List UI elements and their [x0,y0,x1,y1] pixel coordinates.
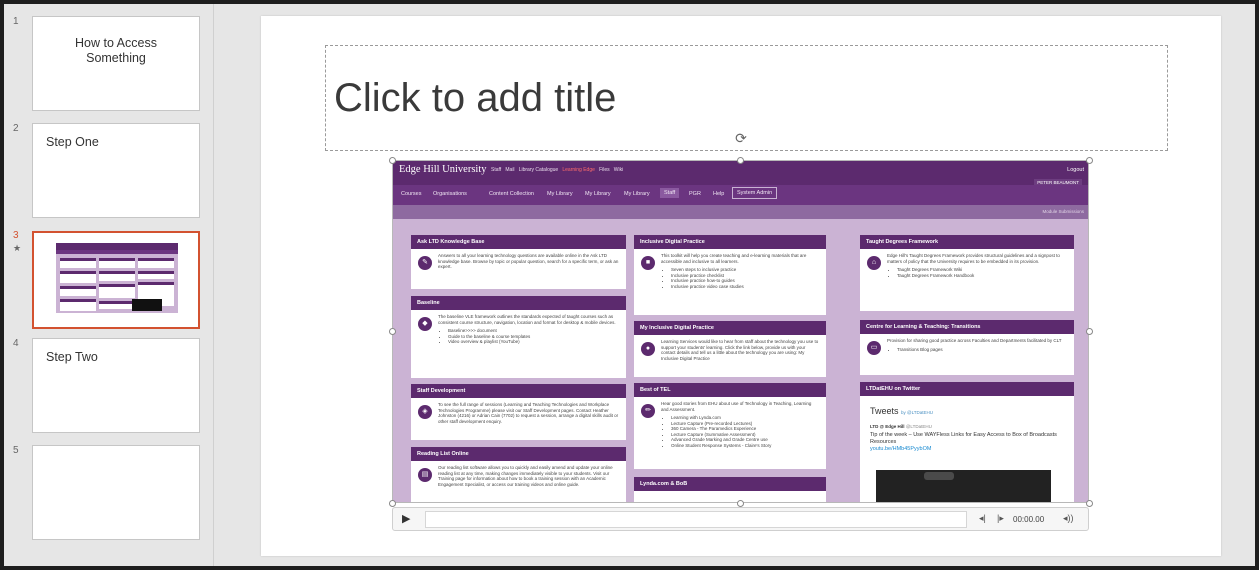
media-controls: ▶ ◂| |▸ 00:00.00 ◂)) [392,507,1089,531]
slide-number: 1 [13,16,19,27]
slide-thumbnail-5[interactable] [32,445,200,540]
thumbnail-row-4: 4 Step Two [4,338,214,438]
website-logout: Logout [1067,167,1084,173]
inclusive-icon: ■ [641,256,655,270]
chat-icon: ✎ [418,256,432,270]
card-lynda-bob: Lynda.com & BoB [634,477,826,502]
step-back-icon[interactable]: ◂| [979,513,986,524]
resize-handle[interactable] [1086,328,1093,335]
location-icon: ● [641,342,655,356]
seek-bar[interactable] [425,511,967,528]
resize-handle[interactable] [737,500,744,507]
slide-number: 2 [13,123,19,134]
resize-handle[interactable] [389,157,396,164]
thumbnail-row-5: 5 [4,445,214,545]
slide-thumbnail-2[interactable]: Step One [32,123,200,218]
thumbnail-row-1: 1 How to Access Something [4,16,214,116]
website-subbar: Module Submissions [393,205,1088,219]
card-ask-ltd: Ask LTD Knowledge Base ✎ Answers to all … [411,235,626,289]
playback-time: 00:00.00 [1013,515,1045,524]
website-header: Edge Hill University Staff Mail Library … [393,161,1088,185]
slide-thumbnail-4[interactable]: Step Two [32,338,200,433]
card-staff-development: Staff Development ◈ To see the full rang… [411,384,626,440]
thumbnail-row-2: 2 Step One [4,123,214,223]
card-taught-degrees: Taught Degrees Framework ⌂ Edge Hill's T… [860,235,1074,311]
pencil-icon: ✏ [641,404,655,418]
card-twitter: LTDatEHU on Twitter Tweets by @LTDatEHU … [860,382,1074,502]
resize-handle[interactable] [1086,157,1093,164]
volume-icon[interactable]: ◂)) [1063,513,1074,524]
card-inclusive-digital-practice: Inclusive Digital Practice ■ This toolki… [634,235,826,315]
step-forward-icon[interactable]: |▸ [997,513,1004,524]
thumbnail-row-3: 3 ★ [4,230,214,330]
card-baseline: Baseline ◆ The baseline VLE framework ou… [411,296,626,378]
slide-number: 5 [13,445,19,456]
website-top-links: Staff Mail Library Catalogue Learning Ed… [491,167,624,173]
website-logo: Edge Hill University [399,164,487,175]
thumbnail-website-preview [56,243,178,313]
card-reading-list: Reading List Online ▤ Our reading list s… [411,447,626,502]
resize-handle[interactable] [737,157,744,164]
staff-dev-icon: ◈ [418,405,432,419]
thumbnail-title: Step One [46,135,99,149]
slide-number: 3 [13,230,19,241]
media-star-icon: ★ [13,243,22,253]
resize-handle[interactable] [389,500,396,507]
reading-list-icon: ▤ [418,468,432,482]
card-best-of-tel: Best of TEL ✏ Hear good stories from EHU… [634,383,826,469]
embedded-video[interactable]: Edge Hill University Staff Mail Library … [392,160,1089,503]
thumbnail-title: How to Access Something [75,36,157,65]
website-nav: Courses Organisations Content Collection… [393,185,1088,205]
card-centre-learning-teaching: Centre for Learning & Teaching: Transiti… [860,320,1074,375]
resize-handle[interactable] [1086,500,1093,507]
tweet-image [876,470,1051,502]
rotate-handle-icon[interactable]: ⟳ [733,130,749,146]
slide-canvas: Click to add title ⟳ Edge Hill Universit… [261,16,1221,556]
slide-number: 4 [13,338,19,349]
slide-thumbnail-3[interactable] [32,231,200,329]
play-icon[interactable]: ▶ [402,513,414,525]
slide-editor: Click to add title ⟳ Edge Hill Universit… [215,4,1255,566]
resize-handle[interactable] [389,328,396,335]
card-my-inclusive-digital-practice: My Inclusive Digital Practice ● Learning… [634,321,826,377]
monitor-icon: ▭ [867,341,881,355]
title-placeholder-text: Click to add title [334,76,617,120]
home-icon: ⌂ [867,256,881,270]
baseline-icon: ◆ [418,317,432,331]
slide-thumbnail-1[interactable]: How to Access Something [32,16,200,111]
presentation-app: 1 How to Access Something 2 Step One 3 ★ [4,4,1255,566]
thumbnail-title: Step Two [46,350,98,364]
slide-thumbnails-pane: 1 How to Access Something 2 Step One 3 ★ [4,4,214,566]
